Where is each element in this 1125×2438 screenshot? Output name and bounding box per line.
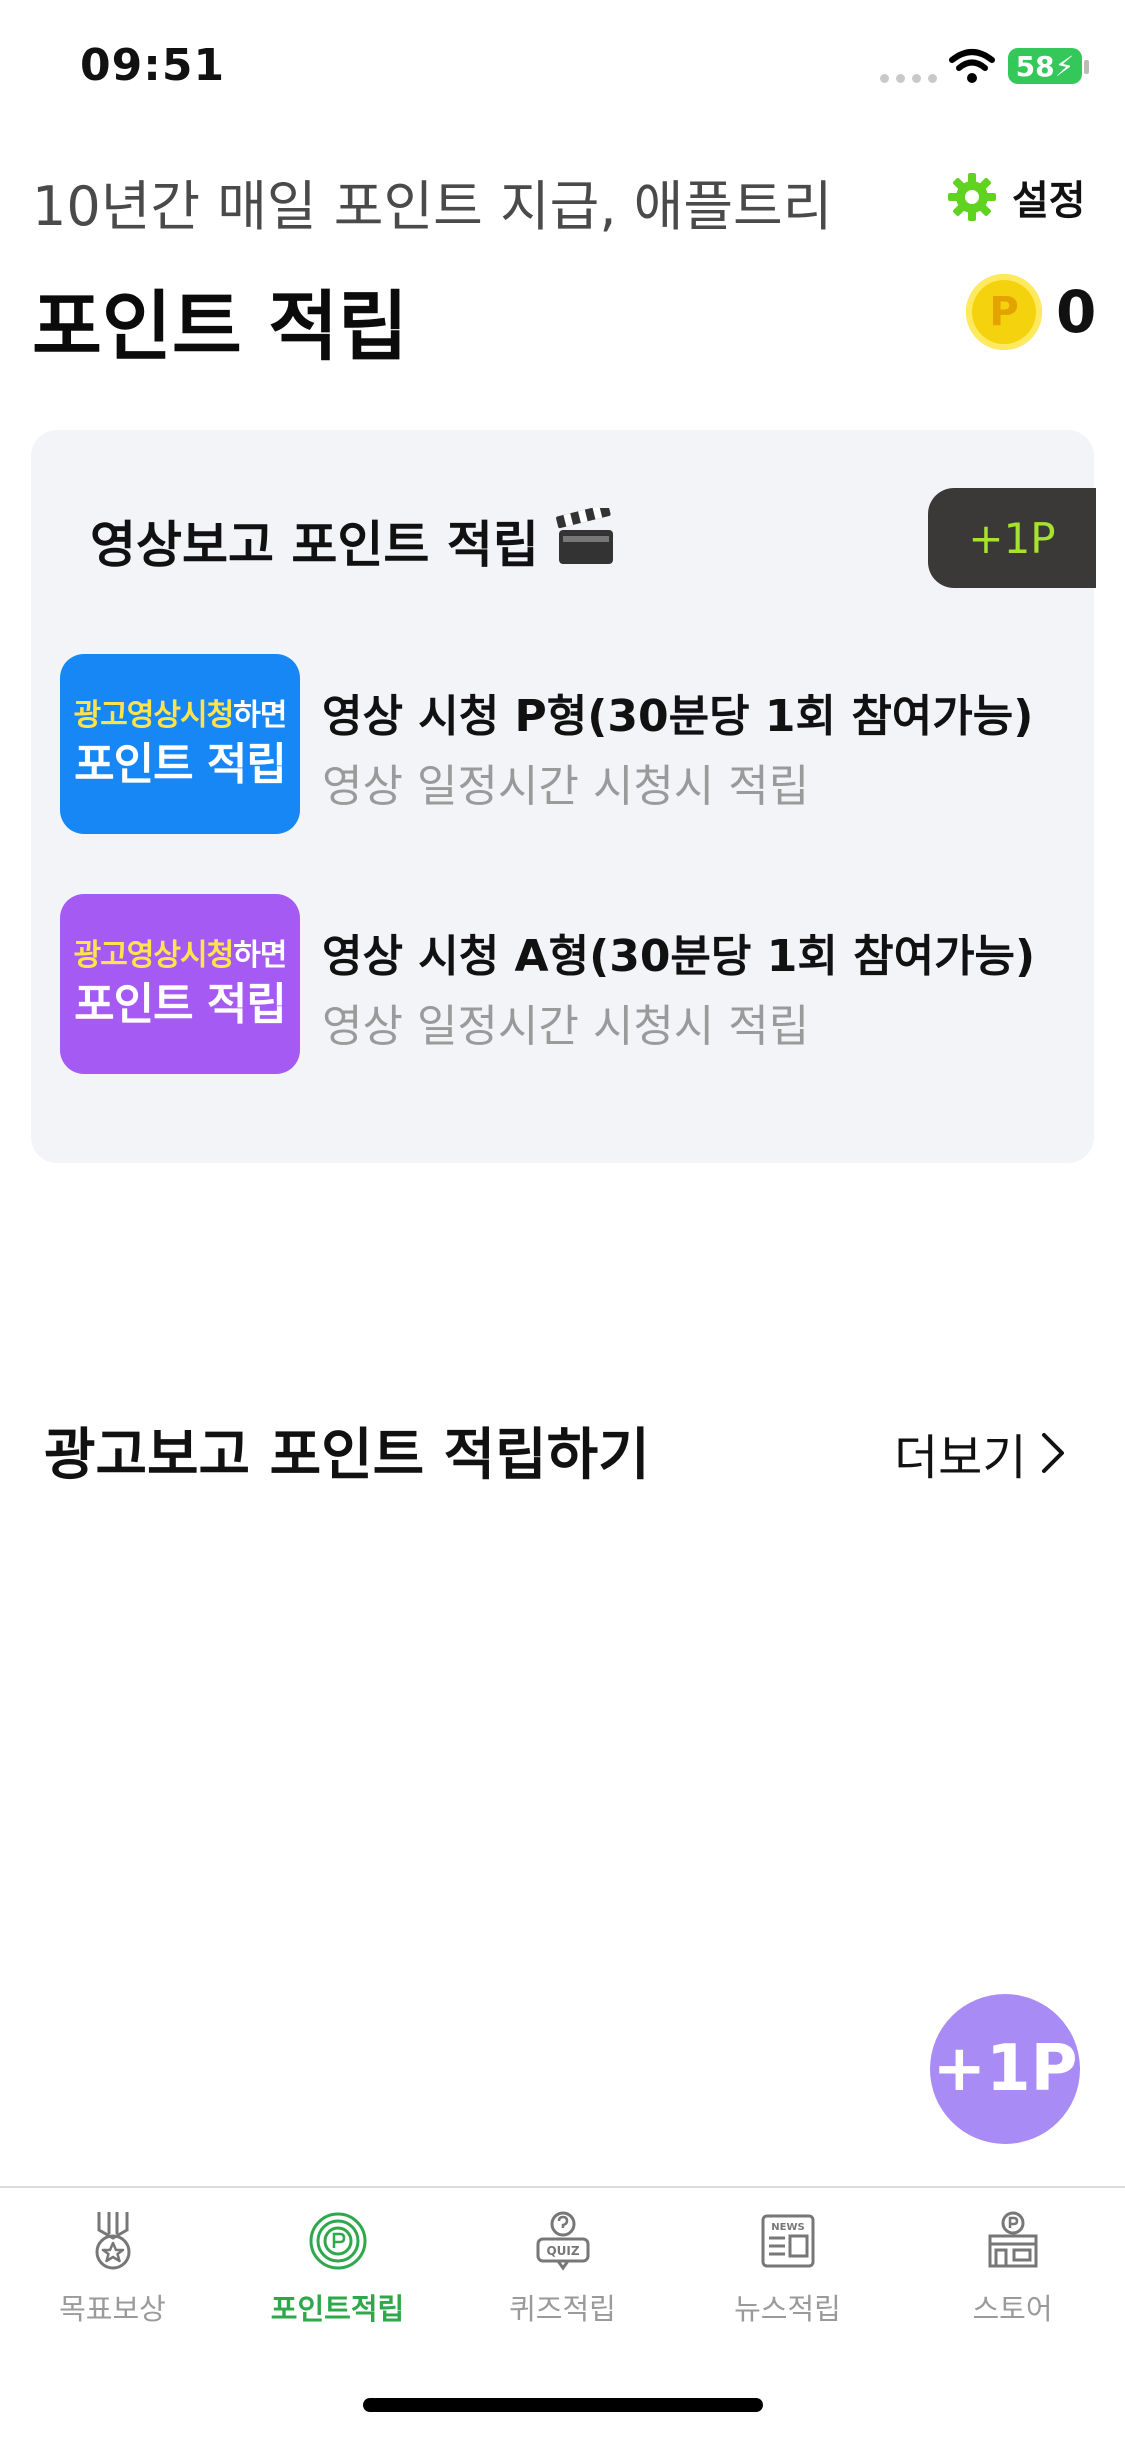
video-item-desc: 영상 일정시간 시청시 적립 (322, 1001, 810, 1052)
video-item-title[interactable]: 영상 시청 A형(30분당 1회 참여가능) (322, 920, 1035, 984)
settings-label: 설정 (1012, 178, 1086, 224)
point-coin-icon (309, 2212, 366, 2270)
more-label: 더보기 (894, 1430, 1027, 1486)
cellular-signal-icon (880, 74, 937, 83)
thumbnail-headline: 포인트 적립 (74, 978, 287, 1030)
tab-label: 퀴즈적립 (509, 2292, 616, 2326)
plus-1p-badge: +1P (928, 488, 1096, 588)
thumbnail-headline: 포인트 적립 (74, 738, 287, 790)
tab-store[interactable]: 스토어 (900, 2210, 1125, 2328)
ad-section-title: 광고보고 포인트 적립하기 (44, 1423, 650, 1488)
gear-icon (948, 173, 996, 221)
page-subtitle: 10년간 매일 포인트 지급, 애플트리 (32, 175, 833, 238)
video-item-desc: 영상 일정시간 시청시 적립 (322, 761, 810, 812)
home-indicator (363, 2398, 763, 2412)
coin-icon: P (966, 274, 1042, 350)
clapperboard-icon (556, 508, 613, 564)
battery-level: 58 (1015, 49, 1055, 83)
medal-icon (95, 2212, 130, 2270)
svg-text:QUIZ: QUIZ (546, 2244, 579, 2258)
more-button[interactable]: 더보기 (894, 1418, 1066, 1488)
wifi-icon (949, 49, 995, 83)
charging-bolt-icon: ⚡ (1054, 49, 1075, 83)
video-card-title: 영상보고 포인트 적립 (90, 516, 539, 574)
chevron-right-icon (1042, 1433, 1065, 1473)
status-time: 09:51 (80, 40, 226, 91)
tab-label: 목표보상 (59, 2292, 166, 2326)
battery-indicator: 58 ⚡ (1008, 48, 1082, 84)
thumbnail-caption: 광고영상시청하면 (73, 698, 288, 734)
page-title: 포인트 적립 (32, 282, 409, 371)
plus-1p-floating-button[interactable]: +1P (930, 1994, 1080, 2144)
tab-news-earn[interactable]: NEWS 뉴스적립 (675, 2210, 900, 2328)
news-icon: NEWS (761, 2214, 814, 2268)
tab-point-earn[interactable]: 포인트적립 (225, 2210, 450, 2328)
thumbnail-caption: 광고영상시청하면 (73, 938, 288, 974)
tab-label: 뉴스적립 (734, 2292, 841, 2326)
video-thumbnail-p[interactable]: 광고영상시청하면 포인트 적립 (60, 654, 300, 834)
tab-goal-reward[interactable]: 목표보상 (0, 2210, 225, 2328)
svg-text:NEWS: NEWS (771, 2222, 804, 2233)
video-thumbnail-a[interactable]: 광고영상시청하면 포인트 적립 (60, 894, 300, 1074)
point-balance: 0 (1056, 278, 1097, 346)
tab-quiz-earn[interactable]: QUIZ 퀴즈적립 (450, 2210, 675, 2328)
video-item-title[interactable]: 영상 시청 P형(30분당 1회 참여가능) (322, 680, 1033, 744)
battery-cap (1084, 60, 1089, 74)
quiz-icon: QUIZ (536, 2211, 589, 2271)
settings-button[interactable]: 설정 (946, 168, 1086, 226)
tab-label: 스토어 (972, 2292, 1053, 2326)
tab-label: 포인트적립 (270, 2292, 405, 2326)
store-icon (988, 2211, 1037, 2268)
